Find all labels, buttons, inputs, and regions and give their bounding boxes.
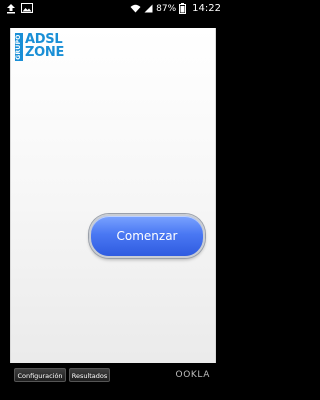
wifi-icon	[130, 4, 141, 13]
battery-icon	[179, 3, 187, 14]
logo-grupo-text: GRUPO	[15, 34, 22, 60]
start-test-button[interactable]: Comenzar	[89, 214, 205, 258]
logo-zone-text: ZONE	[25, 45, 65, 60]
app-screen: 87% 14:22 GRUPO ADSL ZONE Comenzar Confi…	[0, 0, 225, 400]
main-content: GRUPO ADSL ZONE Comenzar	[10, 28, 216, 386]
results-button[interactable]: Resultados	[69, 368, 110, 382]
gallery-icon	[21, 3, 33, 13]
start-button-label: Comenzar	[116, 229, 178, 243]
adslzone-logo: GRUPO ADSL ZONE	[15, 33, 67, 61]
clock: 14:22	[192, 3, 221, 14]
bottom-bar: Configuración Resultados OOKLA	[10, 363, 216, 386]
signal-icon	[144, 4, 153, 13]
ookla-logo: OOKLA	[175, 370, 210, 380]
status-right: 87% 14:22	[130, 0, 221, 17]
battery-percent: 87%	[156, 3, 177, 14]
settings-button[interactable]: Configuración	[14, 368, 66, 382]
logo-grupo-band: GRUPO	[15, 33, 23, 61]
upload-icon	[7, 4, 15, 14]
status-bar: 87% 14:22	[0, 0, 225, 17]
